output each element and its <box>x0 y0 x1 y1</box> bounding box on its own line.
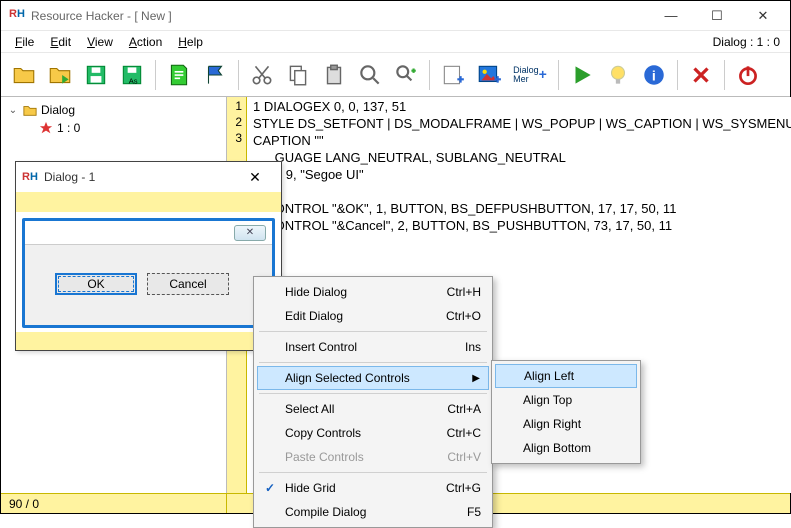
ctx-copy-controls[interactable]: Copy ControlsCtrl+C <box>257 421 489 445</box>
collapse-icon[interactable]: ⌄ <box>7 105 19 116</box>
cancel-button[interactable]: Cancel <box>147 273 229 295</box>
dialog-preview-window[interactable]: RH Dialog - 1 ✕ ✕ OK Cancel <box>15 161 282 351</box>
script-icon[interactable] <box>162 58 196 92</box>
info-icon[interactable]: i <box>637 58 671 92</box>
open-script-icon[interactable] <box>43 58 77 92</box>
star-icon <box>39 121 53 135</box>
ctx-align-selected[interactable]: Align Selected Controls▶ <box>257 366 489 390</box>
menu-action[interactable]: Action <box>121 33 170 51</box>
app-icon: RH <box>9 8 25 24</box>
flag-icon[interactable] <box>198 58 232 92</box>
app-icon: RH <box>22 171 38 183</box>
open-icon[interactable] <box>7 58 41 92</box>
svg-text:i: i <box>652 67 656 83</box>
ctx-align-right[interactable]: Align Right <box>495 412 637 436</box>
ok-button[interactable]: OK <box>55 273 137 295</box>
close-button[interactable]: ✕ <box>740 2 786 30</box>
toolbar: As DialogMer+ i <box>1 53 790 97</box>
align-submenu[interactable]: Align Left Align Top Align Right Align B… <box>491 360 641 464</box>
ctx-align-bottom[interactable]: Align Bottom <box>495 436 637 460</box>
tree-root[interactable]: ⌄ Dialog <box>7 101 220 119</box>
menu-view[interactable]: View <box>79 33 121 51</box>
bulb-icon[interactable] <box>601 58 635 92</box>
menubar-path: Dialog : 1 : 0 <box>713 35 790 49</box>
close-icon[interactable]: ✕ <box>235 169 275 186</box>
menubar: File Edit View Action Help Dialog : 1 : … <box>1 31 790 53</box>
status-position: 90 / 0 <box>1 494 227 513</box>
ctx-align-top[interactable]: Align Top <box>495 388 637 412</box>
ctx-hide-grid[interactable]: ✓Hide GridCtrl+G <box>257 476 489 500</box>
dialog-sys-close-icon[interactable]: ✕ <box>234 225 266 241</box>
ctx-hide-dialog[interactable]: Hide DialogCtrl+H <box>257 280 489 304</box>
menu-edit[interactable]: Edit <box>42 33 79 51</box>
window-title: Resource Hacker - [ New ] <box>31 9 648 23</box>
dialog-preview-titlebar[interactable]: RH Dialog - 1 ✕ <box>16 162 281 192</box>
power-icon[interactable] <box>731 58 765 92</box>
submenu-arrow-icon: ▶ <box>472 373 480 384</box>
check-icon: ✓ <box>265 481 275 495</box>
dialog-frame[interactable]: ✕ OK Cancel <box>22 218 275 328</box>
new-resource-icon[interactable] <box>436 58 470 92</box>
ctx-edit-dialog[interactable]: Edit DialogCtrl+O <box>257 304 489 328</box>
main-window: RH Resource Hacker - [ New ] — ☐ ✕ File … <box>0 0 791 514</box>
folder-icon <box>23 103 37 117</box>
context-menu[interactable]: Hide DialogCtrl+H Edit DialogCtrl+O Inse… <box>253 276 493 528</box>
svg-text:As: As <box>129 76 138 85</box>
menu-help[interactable]: Help <box>170 33 211 51</box>
ctx-paste-controls: Paste ControlsCtrl+V <box>257 445 489 469</box>
copy-icon[interactable] <box>281 58 315 92</box>
new-image-icon[interactable] <box>472 58 506 92</box>
ctx-compile-dialog[interactable]: Compile DialogF5 <box>257 500 489 524</box>
find-icon[interactable] <box>353 58 387 92</box>
tree-item[interactable]: 1 : 0 <box>7 119 220 137</box>
ctx-insert-control[interactable]: Insert ControlIns <box>257 335 489 359</box>
save-icon[interactable] <box>79 58 113 92</box>
maximize-button[interactable]: ☐ <box>694 2 740 30</box>
play-icon[interactable] <box>565 58 599 92</box>
save-as-icon[interactable]: As <box>115 58 149 92</box>
dialog-menu-icon[interactable]: DialogMer+ <box>508 58 552 92</box>
delete-icon[interactable] <box>684 58 718 92</box>
paste-icon[interactable] <box>317 58 351 92</box>
titlebar: RH Resource Hacker - [ New ] — ☐ ✕ <box>1 1 790 31</box>
cut-icon[interactable] <box>245 58 279 92</box>
ctx-align-left[interactable]: Align Left <box>495 364 637 388</box>
menu-file[interactable]: File <box>7 33 42 51</box>
find-next-icon[interactable] <box>389 58 423 92</box>
ctx-select-all[interactable]: Select AllCtrl+A <box>257 397 489 421</box>
minimize-button[interactable]: — <box>648 2 694 30</box>
